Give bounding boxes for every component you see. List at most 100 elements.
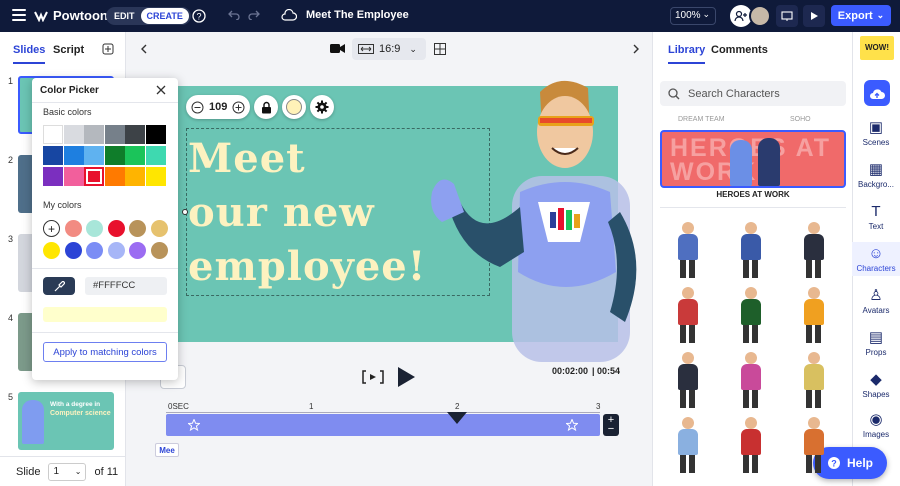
slide-select[interactable]: 1 ⌄ xyxy=(48,462,87,481)
add-slide-icon[interactable] xyxy=(102,43,114,55)
my-color-swatch[interactable] xyxy=(151,242,168,259)
headline-line-1[interactable]: Meet xyxy=(188,132,306,186)
category-banner-heroes[interactable]: HEROES AT WORK xyxy=(660,130,846,188)
my-color-swatch[interactable] xyxy=(107,220,125,237)
basic-color-swatch[interactable] xyxy=(43,125,63,144)
tab-script[interactable]: Script xyxy=(53,44,84,56)
edit-mode-button[interactable]: EDIT xyxy=(108,8,141,24)
help-circle-icon[interactable]: ? xyxy=(192,9,206,23)
minus-icon[interactable]: − xyxy=(608,424,614,435)
mode-toggle[interactable]: EDIT CREATE xyxy=(106,7,191,25)
preview-play-button[interactable] xyxy=(803,5,825,27)
character-thumbnail[interactable] xyxy=(792,350,836,410)
timeline-track[interactable] xyxy=(166,414,600,436)
star-icon[interactable] xyxy=(188,419,200,431)
basic-color-swatch[interactable] xyxy=(84,167,105,186)
category-label-left[interactable]: DREAM TEAM xyxy=(678,116,725,123)
rail-item-avatars[interactable]: ♙ Avatars xyxy=(852,288,900,316)
rail-item-backgrounds[interactable]: ▦ Backgro... xyxy=(852,162,900,190)
eyedropper-button[interactable] xyxy=(43,277,75,295)
rail-item-scenes[interactable]: ▣ Scenes xyxy=(852,120,900,148)
basic-color-swatch[interactable] xyxy=(104,167,125,186)
plus-circle-icon[interactable] xyxy=(232,101,245,114)
character-thumbnail[interactable] xyxy=(666,415,710,475)
basic-color-swatch[interactable] xyxy=(125,146,146,165)
character-thumbnail[interactable] xyxy=(792,220,836,280)
my-color-swatch[interactable] xyxy=(86,242,104,259)
character-thumbnail[interactable] xyxy=(729,350,773,410)
redo-icon[interactable] xyxy=(248,10,260,20)
avatar[interactable] xyxy=(749,5,771,27)
basic-color-swatch[interactable] xyxy=(146,167,166,186)
hex-input[interactable]: #FFFFCC xyxy=(85,277,167,295)
character-thumbnail[interactable] xyxy=(792,285,836,345)
category-label-right[interactable]: SOHO xyxy=(790,116,811,123)
my-color-swatch[interactable] xyxy=(64,220,82,237)
basic-color-swatch[interactable] xyxy=(104,125,125,144)
playhead-marker[interactable] xyxy=(447,412,467,424)
lock-button[interactable] xyxy=(254,95,279,119)
search-input[interactable]: Search Characters xyxy=(660,81,846,106)
slide-thumbnail-5[interactable]: With a degree in Computer science xyxy=(18,392,114,450)
brand-logo[interactable]: Powtoon xyxy=(34,8,108,23)
basic-color-swatch[interactable] xyxy=(43,167,63,186)
character-thumbnail[interactable] xyxy=(666,220,710,280)
basic-color-swatch[interactable] xyxy=(104,146,125,165)
character-thumbnail[interactable] xyxy=(729,285,773,345)
close-icon[interactable] xyxy=(156,85,166,95)
basic-color-swatch[interactable] xyxy=(125,167,146,186)
timeline-zoom-controls[interactable]: + − xyxy=(603,414,619,436)
chevron-left-icon[interactable] xyxy=(139,44,149,54)
apply-matching-colors-button[interactable]: Apply to matching colors xyxy=(43,342,167,362)
rail-item-props[interactable]: ▤ Props xyxy=(852,330,900,358)
promo-thumbnail[interactable]: WOW! xyxy=(860,36,894,60)
basic-color-swatch[interactable] xyxy=(63,146,84,165)
basic-color-swatch[interactable] xyxy=(84,146,105,165)
color-button[interactable] xyxy=(282,95,307,119)
play-scene-icon[interactable] xyxy=(362,370,384,384)
my-color-swatch[interactable] xyxy=(86,220,104,237)
character-thumbnail[interactable] xyxy=(729,220,773,280)
character-thumbnail[interactable] xyxy=(729,415,773,475)
font-size-value[interactable]: 109 xyxy=(209,101,227,113)
basic-color-swatch[interactable] xyxy=(63,125,84,144)
document-title[interactable]: Meet The Employee xyxy=(306,9,409,21)
upload-button[interactable] xyxy=(864,80,890,106)
my-color-swatch[interactable] xyxy=(107,242,125,259)
star-icon[interactable] xyxy=(566,419,578,431)
basic-color-swatch[interactable] xyxy=(63,167,84,186)
camera-icon[interactable] xyxy=(330,43,345,54)
headline-line-2[interactable]: our new xyxy=(188,186,375,240)
settings-button[interactable] xyxy=(310,95,335,119)
rail-item-text[interactable]: T Text xyxy=(852,204,900,232)
character-thumbnail[interactable] xyxy=(666,285,710,345)
tab-comments[interactable]: Comments xyxy=(711,44,768,56)
my-color-swatch[interactable] xyxy=(43,242,60,259)
character-thumbnail[interactable] xyxy=(792,415,836,475)
tab-library[interactable]: Library xyxy=(668,44,706,64)
character-thumbnail[interactable] xyxy=(666,350,710,410)
basic-color-swatch[interactable] xyxy=(125,125,146,144)
tab-slides[interactable]: Slides xyxy=(13,44,46,64)
superhero-character[interactable] xyxy=(420,72,660,364)
rail-item-images[interactable]: ◉ Images xyxy=(852,412,900,440)
add-color-button[interactable]: + xyxy=(43,220,60,237)
undo-icon[interactable] xyxy=(228,10,240,20)
font-size-stepper[interactable]: 109 xyxy=(186,95,251,119)
basic-color-swatch[interactable] xyxy=(146,146,166,165)
rail-item-shapes[interactable]: ◆ Shapes xyxy=(852,372,900,400)
rail-item-characters[interactable]: ☺ Characters xyxy=(852,242,900,276)
basic-color-swatch[interactable] xyxy=(43,146,63,165)
basic-color-swatch[interactable] xyxy=(84,125,105,144)
chevron-right-icon[interactable] xyxy=(631,44,641,54)
play-icon[interactable] xyxy=(396,366,416,388)
zoom-select[interactable]: 100% ⌄ xyxy=(670,7,716,25)
my-color-swatch[interactable] xyxy=(151,220,168,237)
create-mode-button[interactable]: CREATE xyxy=(140,8,189,24)
my-color-swatch[interactable] xyxy=(129,220,147,237)
grid-icon[interactable] xyxy=(434,43,446,55)
resize-handle[interactable] xyxy=(182,209,188,215)
my-color-swatch[interactable] xyxy=(64,242,82,259)
minus-circle-icon[interactable] xyxy=(191,101,204,114)
headline-line-3[interactable]: employee! xyxy=(188,240,426,294)
